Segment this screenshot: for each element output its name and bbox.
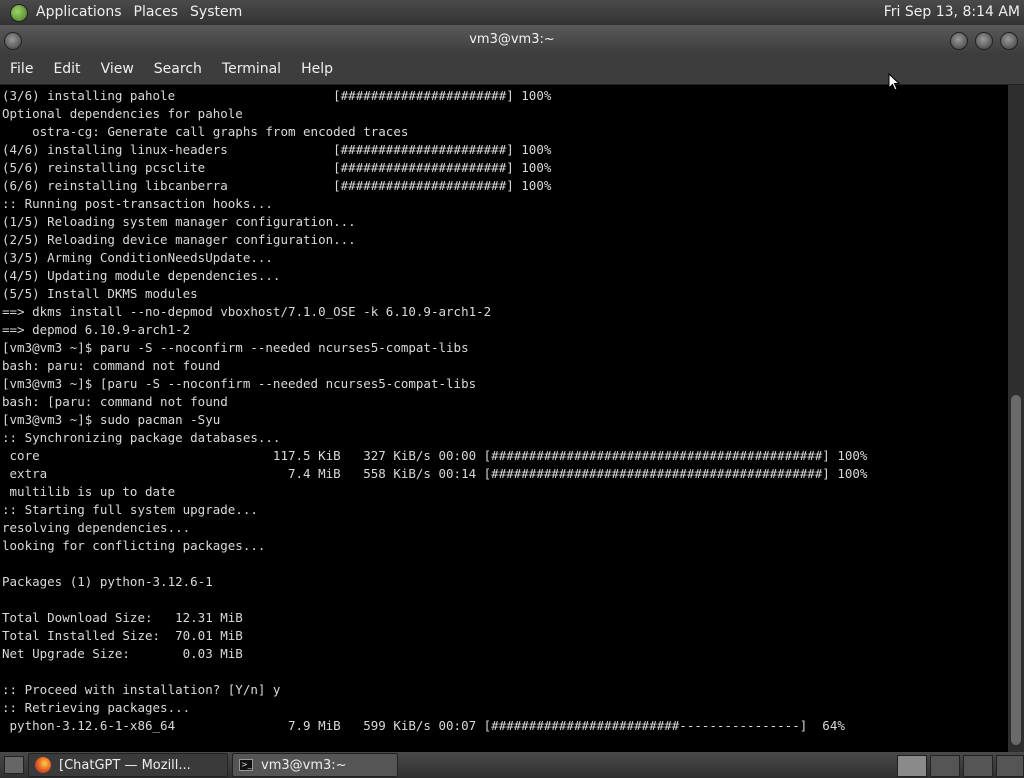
panel-menu-applications[interactable]: Applications xyxy=(30,0,128,25)
window-title-bar[interactable]: vm3@vm3:~ xyxy=(0,25,1024,55)
task-label: [ChatGPT — Mozill... xyxy=(59,757,191,773)
minimize-button[interactable] xyxy=(950,32,968,50)
terminal-line: :: Starting full system upgrade... xyxy=(2,502,258,517)
terminal-line: :: Retrieving packages... xyxy=(2,700,191,715)
terminal-line: Optional dependencies for pahole xyxy=(2,106,243,121)
terminal-line: Packages (1) python-3.12.6-1 xyxy=(2,574,213,589)
show-desktop-icon[interactable] xyxy=(4,756,24,774)
menu-view[interactable]: View xyxy=(91,55,144,84)
terminal-line: (5/5) Install DKMS modules xyxy=(2,286,198,301)
terminal-line: ==> depmod 6.10.9-arch1-2 xyxy=(2,322,191,337)
terminal-line: (1/5) Reloading system manager configura… xyxy=(2,214,356,229)
terminal-line: Total Installed Size: 70.01 MiB xyxy=(2,628,243,643)
terminal-line: python-3.12.6-1-x86_64 7.9 MiB 599 KiB/s… xyxy=(2,718,845,733)
task-firefox[interactable]: [ChatGPT — Mozill... xyxy=(28,753,228,777)
terminal-line: bash: [paru: command not found xyxy=(2,394,228,409)
terminal-line: :: Synchronizing package databases... xyxy=(2,430,281,445)
terminal-line: (6/6) reinstalling libcanberra [########… xyxy=(2,178,552,193)
terminal-line: bash: paru: command not found xyxy=(2,358,221,373)
workspace-4[interactable] xyxy=(996,755,1024,777)
terminal-line: [vm3@vm3 ~]$ sudo pacman -Syu xyxy=(2,412,221,427)
terminal-line: core 117.5 KiB 327 KiB/s 00:00 [########… xyxy=(2,448,868,463)
window-menu-icon[interactable] xyxy=(4,32,22,50)
terminal-line: Total Download Size: 12.31 MiB xyxy=(2,610,243,625)
terminal-line: [vm3@vm3 ~]$ [paru -S --noconfirm --need… xyxy=(2,376,477,391)
terminal-line: resolving dependencies... xyxy=(2,520,191,535)
menu-help[interactable]: Help xyxy=(291,55,343,84)
terminal-line: multilib is up to date xyxy=(2,484,176,499)
maximize-button[interactable] xyxy=(975,32,993,50)
terminal-line: [vm3@vm3 ~]$ paru -S --noconfirm --neede… xyxy=(2,340,469,355)
menu-search[interactable]: Search xyxy=(144,55,212,84)
firefox-icon xyxy=(35,757,51,773)
panel-menu-places[interactable]: Places xyxy=(128,0,185,25)
terminal-output[interactable]: (3/6) installing pahole [###############… xyxy=(0,85,1008,752)
top-panel: Applications Places System Fri Sep 13, 8… xyxy=(0,0,1024,25)
menu-bar: File Edit View Search Terminal Help xyxy=(0,55,1024,85)
menu-edit[interactable]: Edit xyxy=(43,55,90,84)
workspace-1[interactable] xyxy=(897,755,927,777)
terminal-line: (2/5) Reloading device manager configura… xyxy=(2,232,356,247)
scrollbar-thumb[interactable] xyxy=(1011,395,1021,745)
workspace-2[interactable] xyxy=(930,755,960,777)
mouse-pointer-icon xyxy=(888,73,900,91)
terminal-line: extra 7.4 MiB 558 KiB/s 00:14 [#########… xyxy=(2,466,868,481)
applications-icon[interactable] xyxy=(10,3,28,22)
workspace-3[interactable] xyxy=(963,755,993,777)
clock[interactable]: Fri Sep 13, 8:14 AM xyxy=(884,0,1020,25)
task-terminal[interactable]: >_ vm3@vm3:~ xyxy=(232,753,398,777)
terminal-line: (5/6) reinstalling pcsclite [###########… xyxy=(2,160,552,175)
window-title: vm3@vm3:~ xyxy=(469,32,555,47)
terminal-line: (3/5) Arming ConditionNeedsUpdate... xyxy=(2,250,273,265)
taskbar: [ChatGPT — Mozill... >_ vm3@vm3:~ xyxy=(0,752,1024,778)
close-button[interactable] xyxy=(1000,32,1018,50)
menu-file[interactable]: File xyxy=(0,55,43,84)
terminal-line: :: Running post-transaction hooks... xyxy=(2,196,273,211)
terminal-line: (4/6) installing linux-headers [########… xyxy=(2,142,552,157)
terminal-line: :: Proceed with installation? [Y/n] y xyxy=(2,682,281,697)
terminal-line: ==> dkms install --no-depmod vboxhost/7.… xyxy=(2,304,492,319)
terminal-line: (3/6) installing pahole [###############… xyxy=(2,88,552,103)
terminal-line: looking for conflicting packages... xyxy=(2,538,266,553)
terminal-line: (4/5) Updating module dependencies... xyxy=(2,268,281,283)
terminal-icon: >_ xyxy=(239,759,253,771)
terminal-text: (3/6) installing pahole [###############… xyxy=(0,85,1008,735)
menu-terminal[interactable]: Terminal xyxy=(212,55,291,84)
panel-menu-system[interactable]: System xyxy=(184,0,248,25)
terminal-scrollbar[interactable] xyxy=(1008,85,1024,752)
terminal-line: Net Upgrade Size: 0.03 MiB xyxy=(2,646,243,661)
terminal-line: ostra-cg: Generate call graphs from enco… xyxy=(2,124,409,139)
task-label: vm3@vm3:~ xyxy=(261,757,347,773)
